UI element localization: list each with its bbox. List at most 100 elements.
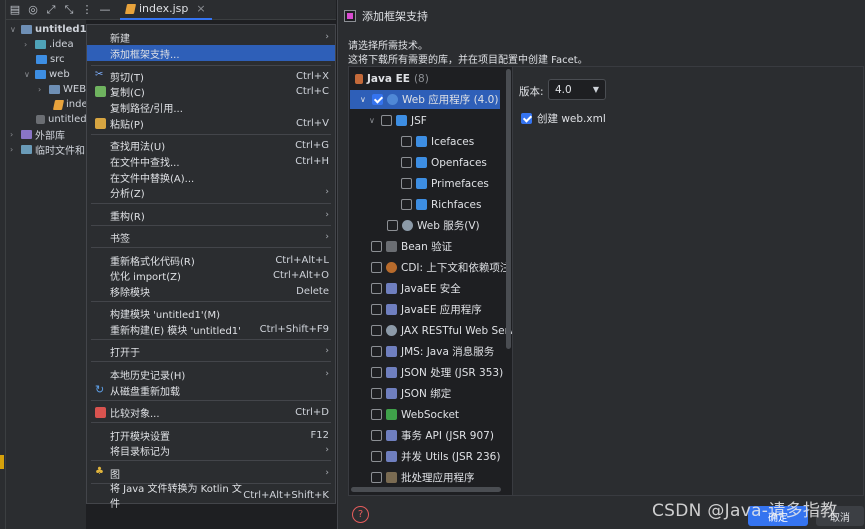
framework-checkbox[interactable] <box>371 367 382 378</box>
submenu-arrow-icon: › <box>325 232 329 242</box>
framework-jsf[interactable]: ∨ JSF <box>369 111 427 130</box>
framework-checkbox[interactable] <box>381 115 392 126</box>
menu-item-compare-with[interactable]: 比较对象... Ctrl+D <box>87 404 335 420</box>
framework-checkbox[interactable] <box>371 409 382 420</box>
tree-item-src[interactable]: src <box>36 52 65 67</box>
tree-item-untitled1[interactable]: ∨ untitled1 <box>10 22 87 37</box>
framework-checkbox[interactable] <box>371 304 382 315</box>
chevron-down-icon[interactable]: ∨ <box>10 25 18 34</box>
version-select[interactable]: 4.0 ▼ <box>548 79 606 100</box>
create-webxml-option[interactable]: 创建 web.xml <box>521 111 606 126</box>
framework-jax-rest[interactable]: JAX RESTful Web Serv <box>371 321 514 340</box>
menu-item-open-in[interactable]: 打开于 › <box>87 343 335 359</box>
menu-item-label: 书签 <box>110 233 130 245</box>
framework-checkbox[interactable] <box>371 472 382 483</box>
menu-item-convert-to-kotlin[interactable]: 将 Java 文件转换为 Kotlin 文件 Ctrl+Alt+Shift+K <box>87 484 335 510</box>
framework-checkbox[interactable] <box>401 136 412 147</box>
framework-checkbox[interactable] <box>372 94 383 105</box>
framework-richfaces[interactable]: Richfaces <box>401 195 481 214</box>
menu-item-optimize-imports[interactable]: 优化 import(Z) Ctrl+Alt+O <box>87 267 335 283</box>
framework-concurrency-utils[interactable]: 并发 Utils (JSR 236) <box>371 447 500 466</box>
tree-item-index[interactable]: inde <box>52 97 88 112</box>
menu-item-bookmarks[interactable]: 书签 › <box>87 229 335 245</box>
tree-item-web[interactable]: ∨ web <box>24 67 70 82</box>
version-value: 4.0 <box>555 83 572 96</box>
menu-item-build-module[interactable]: 构建模块 'untitled1'(M) <box>87 305 335 321</box>
vertical-scrollbar[interactable] <box>506 69 511 349</box>
menu-item-find-in-files[interactable]: 在文件中查找... Ctrl+H <box>87 153 335 169</box>
framework-batch-applications[interactable]: 批处理应用程序 <box>371 468 475 487</box>
tree-item-external-libs[interactable]: › 外部库 <box>10 127 65 142</box>
framework-primefaces[interactable]: Primefaces <box>401 174 489 193</box>
framework-checkbox[interactable] <box>401 199 412 210</box>
framework-websocket[interactable]: WebSocket <box>371 405 459 424</box>
chevron-right-icon[interactable]: › <box>10 145 18 154</box>
expand-icon[interactable]: ⤢ <box>42 1 60 19</box>
menu-item-copy-path[interactable]: 复制路径/引用... <box>87 99 335 115</box>
chevron-right-icon[interactable]: › <box>38 85 46 94</box>
framework-web-services[interactable]: Web 服务(V) <box>387 216 480 235</box>
framework-checkbox[interactable] <box>371 388 382 399</box>
menu-item-diagrams[interactable]: ♣ 图 › <box>87 465 335 481</box>
framework-json-binding[interactable]: JSON 绑定 <box>371 384 451 403</box>
tab-close-icon[interactable]: × <box>196 2 205 15</box>
minimize-icon[interactable]: — <box>96 1 114 19</box>
framework-checkbox[interactable] <box>371 325 382 336</box>
horizontal-scrollbar[interactable] <box>351 487 501 492</box>
tree-item-idea[interactable]: › .idea <box>24 37 74 52</box>
framework-checkbox[interactable] <box>387 220 398 231</box>
framework-checkbox[interactable] <box>371 430 382 441</box>
chevron-down-icon[interactable]: ∨ <box>24 70 32 79</box>
framework-label: JAX RESTful Web Serv <box>401 324 514 337</box>
help-button[interactable]: ? <box>352 506 369 523</box>
framework-checkbox[interactable] <box>371 262 382 273</box>
tree-item-web-inf[interactable]: › WEB <box>38 82 86 97</box>
framework-checkbox[interactable] <box>401 178 412 189</box>
menu-item-reload-from-disk[interactable]: ↻ 从磁盘重新加载 <box>87 382 335 398</box>
menu-item-rebuild-module[interactable]: 重新构建(E) 模块 'untitled1' Ctrl+Shift+F9 <box>87 321 335 337</box>
menu-item-cut[interactable]: ✂ 剪切(T) Ctrl+X <box>87 68 335 84</box>
framework-json-processing[interactable]: JSON 处理 (JSR 353) <box>371 363 503 382</box>
menu-item-add-framework-support[interactable]: 添加框架支持... <box>87 45 335 61</box>
menu-item-local-history[interactable]: 本地历史记录(H) › <box>87 366 335 382</box>
framework-checkbox[interactable] <box>401 157 412 168</box>
menu-item-label: 重新格式化代码(R) <box>110 256 195 268</box>
menu-item-reformat-code[interactable]: 重新格式化代码(R) Ctrl+Alt+L <box>87 252 335 268</box>
framework-checkbox[interactable] <box>371 241 382 252</box>
framework-transaction-api[interactable]: 事务 API (JSR 907) <box>371 426 494 445</box>
chevron-right-icon[interactable]: › <box>10 130 18 139</box>
menu-item-mark-directory-as[interactable]: 将目录标记为 › <box>87 442 335 458</box>
collapse-icon[interactable]: ⤡ <box>60 1 78 19</box>
target-icon[interactable]: ◎ <box>24 1 42 19</box>
menu-item-label: 复制(C) <box>110 87 145 99</box>
editor-tab-index-jsp[interactable]: index.jsp × <box>120 0 212 20</box>
menu-item-find-usages[interactable]: 查找用法(U) Ctrl+G <box>87 137 335 153</box>
framework-openfaces[interactable]: Openfaces <box>401 153 487 172</box>
framework-jms[interactable]: JMS: Java 消息服务 <box>371 342 494 361</box>
tree-item-scratches[interactable]: › 临时文件和 <box>10 142 85 157</box>
menu-item-module-settings[interactable]: 打开模块设置 F12 <box>87 427 335 443</box>
menu-item-replace-in-files[interactable]: 在文件中替换(A)... <box>87 169 335 185</box>
menu-item-remove-module[interactable]: 移除模块 Delete <box>87 283 335 299</box>
framework-bean-validation[interactable]: Bean 验证 <box>371 237 452 256</box>
framework-javaee-security[interactable]: JavaEE 安全 <box>371 279 461 298</box>
chevron-down-icon[interactable]: ∨ <box>360 95 368 104</box>
framework-web-application[interactable]: ∨ Web 应用程序 (4.0) <box>350 90 500 109</box>
create-webxml-checkbox[interactable] <box>521 113 532 124</box>
framework-checkbox[interactable] <box>371 451 382 462</box>
framework-javaee-application[interactable]: JavaEE 应用程序 <box>371 300 482 319</box>
chevron-right-icon[interactable]: › <box>24 40 32 49</box>
more-icon[interactable]: ⋮ <box>78 1 96 19</box>
menu-item-paste[interactable]: 粘贴(P) Ctrl+V <box>87 115 335 131</box>
framework-checkbox[interactable] <box>371 346 382 357</box>
chevron-down-icon[interactable]: ∨ <box>369 116 377 125</box>
framework-cdi[interactable]: CDI: 上下文和依赖项注 <box>371 258 510 277</box>
folder-view-icon[interactable]: ▤ <box>6 1 24 19</box>
tree-item-untitled-iml[interactable]: untitled <box>36 112 87 127</box>
menu-item-refactor[interactable]: 重构(R) › <box>87 207 335 223</box>
menu-item-new[interactable]: 新建 › <box>87 29 335 45</box>
framework-icefaces[interactable]: Icefaces <box>401 132 474 151</box>
menu-item-analyze[interactable]: 分析(Z) › <box>87 184 335 200</box>
menu-item-copy[interactable]: 复制(C) Ctrl+C <box>87 83 335 99</box>
framework-checkbox[interactable] <box>371 283 382 294</box>
